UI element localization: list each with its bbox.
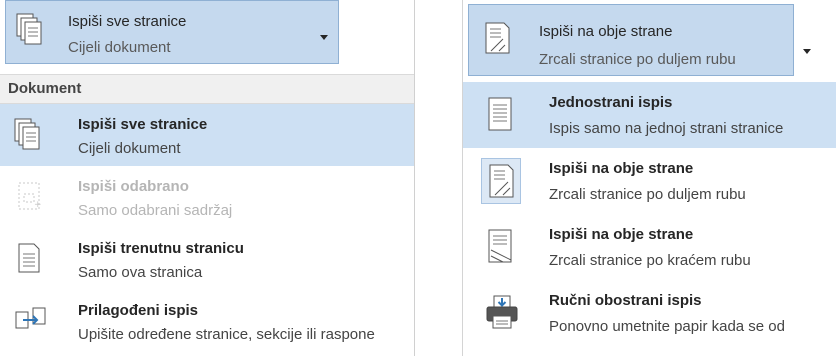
menu-item-subtitle: Upišite određene stranice, sekcije ili r…	[78, 326, 375, 343]
menu-item-title: Ispiši na obje strane	[549, 226, 694, 243]
svg-text:+: +	[34, 200, 42, 210]
one-sided-icon	[481, 92, 521, 138]
menu-item-subtitle: Ponovno umetnite papir kada se od	[549, 318, 785, 335]
menu-item-print-current-page[interactable]: Ispiši trenutnu stranicu Samo ova strani…	[0, 228, 414, 290]
duplex-long-edge-icon	[483, 21, 511, 55]
section-header-dokument: Dokument	[0, 74, 414, 104]
menu-item-one-sided[interactable]: Jednostrani ispis Ispis samo na jednoj s…	[463, 82, 836, 148]
menu-item-subtitle: Samo ova stranica	[78, 264, 203, 281]
menu-item-manual-duplex[interactable]: Ručni obostrani ispis Ponovno umetnite p…	[463, 280, 836, 346]
pages-stack-icon	[10, 114, 48, 156]
menu-item-title: Ispiši sve stranice	[78, 116, 208, 133]
selection-page-icon: +	[10, 176, 48, 218]
pages-stack-icon	[16, 13, 44, 47]
menu-item-duplex-long-edge[interactable]: Ispiši na obje strane Zrcali stranice po…	[463, 148, 836, 214]
duplex-long-edge-icon	[481, 158, 521, 204]
manual-duplex-printer-icon	[481, 290, 521, 336]
print-pages-panel: Ispiši sve stranice Cijeli dokument Doku…	[0, 0, 415, 356]
menu-item-subtitle: Ispis samo na jednoj strani stranice	[549, 120, 784, 137]
chevron-down-icon	[803, 49, 811, 54]
menu-item-print-selection[interactable]: + Ispiši odabrano Samo odabrani sadržaj	[0, 166, 414, 228]
print-pages-dropdown[interactable]: Ispiši sve stranice Cijeli dokument	[5, 0, 339, 64]
menu-item-title: Jednostrani ispis	[549, 94, 673, 111]
chevron-down-icon	[320, 35, 328, 40]
menu-item-subtitle: Zrcali stranice po duljem rubu	[549, 186, 746, 203]
menu-item-subtitle: Cijeli dokument	[78, 140, 181, 157]
dropdown-subtitle: Zrcali stranice po duljem rubu	[539, 51, 736, 68]
custom-pages-icon	[10, 300, 48, 342]
menu-item-print-all-pages[interactable]: Ispiši sve stranice Cijeli dokument	[0, 104, 414, 166]
dropdown-subtitle: Cijeli dokument	[68, 39, 171, 56]
menu-item-subtitle: Zrcali stranice po kraćem rubu	[549, 252, 751, 269]
menu-item-duplex-short-edge[interactable]: Ispiši na obje strane Zrcali stranice po…	[463, 214, 836, 280]
menu-item-title: Ručni obostrani ispis	[549, 292, 702, 309]
menu-item-subtitle: Samo odabrani sadržaj	[78, 202, 233, 219]
duplex-short-edge-icon	[481, 224, 521, 270]
duplex-panel: Ispiši na obje strane Zrcali stranice po…	[462, 0, 836, 356]
menu-item-title: Prilagođeni ispis	[78, 302, 199, 319]
menu-item-title: Ispiši odabrano	[78, 178, 189, 195]
duplex-menu: Jednostrani ispis Ispis samo na jednoj s…	[463, 82, 836, 346]
duplex-dropdown[interactable]: Ispiši na obje strane Zrcali stranice po…	[468, 4, 811, 76]
menu-item-custom-print[interactable]: Prilagođeni ispis Upišite određene stran…	[0, 290, 414, 352]
dropdown-title: Ispiši na obje strane	[539, 23, 673, 40]
menu-item-title: Ispiši trenutnu stranicu	[78, 240, 244, 257]
dropdown-title: Ispiši sve stranice	[68, 13, 187, 30]
single-page-icon	[10, 238, 48, 280]
menu-item-title: Ispiši na obje strane	[549, 160, 694, 177]
print-pages-menu: Dokument Ispiši sve stranice Cijeli doku…	[0, 74, 414, 352]
